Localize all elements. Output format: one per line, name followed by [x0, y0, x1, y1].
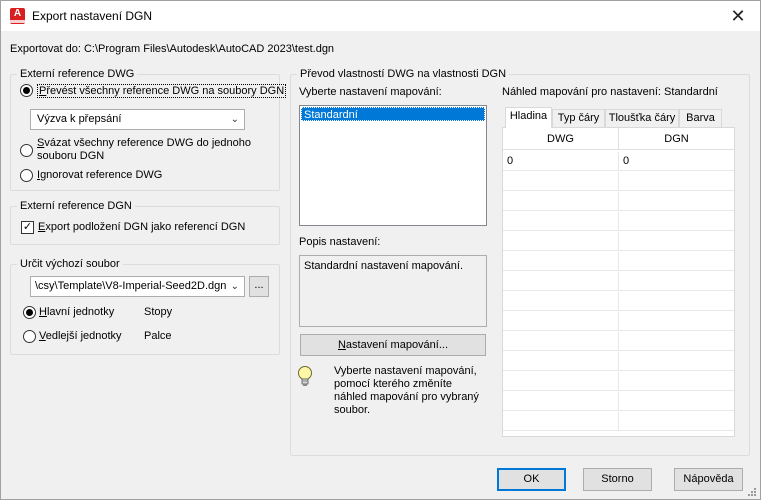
- export-underlays-label[interactable]: Export podložení DGN jako referencí DGN: [38, 221, 245, 233]
- table-row-empty: [503, 252, 734, 271]
- table-row-empty: [503, 172, 734, 191]
- table-cell-dwg: 0: [503, 152, 619, 171]
- setup-list-item[interactable]: Standardní: [301, 107, 485, 121]
- prompt-overwrite-value: Výzva k přepsání: [37, 113, 122, 125]
- close-icon[interactable]: ✕: [716, 1, 760, 31]
- mapping-group: Převod vlastností DWG na vlastnosti DGN …: [290, 68, 750, 456]
- description-text: Standardní nastavení mapování.: [304, 260, 463, 272]
- app-icon-letter: A: [13, 8, 22, 19]
- convert-xrefs-label[interactable]: Převést všechny reference DWG na soubory…: [37, 84, 287, 98]
- xref-dwg-group: Externí reference DWG Převést všechny re…: [10, 68, 287, 191]
- mapping-setups-list[interactable]: Standardní: [299, 105, 487, 226]
- chevron-down-icon: ⌄: [227, 277, 239, 296]
- title-bar: A Export nastavení DGN ✕: [1, 1, 760, 31]
- description-label: Popis nastavení:: [299, 236, 381, 248]
- seed-file-combo[interactable]: \csy\Template\V8-Imperial-Seed2D.dgn ⌄: [30, 276, 245, 297]
- mapping-setup-button[interactable]: Nastavení mapování...: [300, 334, 486, 356]
- lightbulb-tip-icon: [298, 366, 312, 386]
- seed-file-legend: Určit výchozí soubor: [17, 258, 123, 270]
- sub-units-value: Palce: [144, 330, 172, 342]
- ignore-xrefs-label[interactable]: Ignorovat reference DWG: [37, 169, 162, 181]
- autocad-app-icon: A: [10, 8, 25, 24]
- xref-dwg-legend: Externí reference DWG: [17, 68, 138, 80]
- export-underlays-checkbox[interactable]: ✓: [21, 221, 34, 234]
- table-row-empty: [503, 332, 734, 351]
- main-units-value: Stopy: [144, 306, 173, 318]
- sub-units-radio[interactable]: [23, 330, 36, 343]
- table-row-empty: [503, 292, 734, 311]
- seed-file-group: Určit výchozí soubor \csy\Template\V8-Im…: [10, 258, 280, 355]
- window-title: Export nastavení DGN: [32, 9, 153, 23]
- dialog-window: A Export nastavení DGN ✕ Exportovat do: …: [0, 0, 761, 500]
- seed-file-value: \csy\Template\V8-Imperial-Seed2D.dgn: [35, 280, 227, 292]
- resize-grip-icon[interactable]: [745, 485, 757, 497]
- select-setup-label: Vyberte nastavení mapování:: [299, 86, 442, 98]
- table-row: 0 0: [503, 152, 734, 171]
- help-button[interactable]: Nápověda: [674, 468, 743, 491]
- table-row-empty: [503, 412, 734, 431]
- tip-text: Vyberte nastavení mapování, pomocí které…: [334, 365, 479, 416]
- convert-xrefs-radio[interactable]: [20, 84, 33, 97]
- table-row-empty: [503, 272, 734, 291]
- table-row-empty: [503, 392, 734, 411]
- main-units-label[interactable]: Hlavní jednotky: [39, 306, 114, 318]
- tab-linetype[interactable]: Typ čáry: [552, 109, 605, 128]
- table-row-empty: [503, 352, 734, 371]
- bind-xrefs-radio[interactable]: [20, 144, 33, 157]
- preview-label: Náhled mapování pro nastavení: Standardn…: [502, 86, 718, 98]
- tab-lineweight[interactable]: Tloušťka čáry: [605, 109, 679, 128]
- table-cell-dgn: 0: [623, 155, 630, 167]
- ignore-xrefs-radio[interactable]: [20, 169, 33, 182]
- column-header-dgn: DGN: [619, 128, 734, 150]
- table-row-empty: [503, 232, 734, 251]
- ok-button[interactable]: OK: [497, 468, 566, 491]
- description-box: Standardní nastavení mapování.: [299, 255, 487, 327]
- browse-seed-button[interactable]: ...: [249, 276, 269, 297]
- tab-color[interactable]: Barva: [679, 109, 722, 128]
- export-path-label: Exportovat do: C:\Program Files\Autodesk…: [10, 43, 335, 55]
- xref-dgn-legend: Externí reference DGN: [17, 200, 135, 212]
- mapping-legend: Převod vlastností DWG na vlastnosti DGN: [297, 68, 510, 80]
- column-header-dwg: DWG: [503, 128, 619, 150]
- tab-layer[interactable]: Hladina: [505, 107, 552, 128]
- xref-dgn-group: Externí reference DGN ✓ Export podložení…: [10, 200, 280, 245]
- table-row-empty: [503, 312, 734, 331]
- table-row-empty: [503, 372, 734, 391]
- chevron-down-icon: ⌄: [230, 114, 239, 125]
- mapping-preview-grid: DWG DGN 0 0: [502, 127, 735, 437]
- sub-units-label[interactable]: Vedlejší jednotky: [39, 330, 122, 342]
- prompt-overwrite-combo[interactable]: Výzva k přepsání ⌄: [30, 109, 245, 130]
- table-row-empty: [503, 192, 734, 211]
- bind-xrefs-label[interactable]: Svázat všechny reference DWG do jednoho …: [37, 137, 251, 163]
- main-units-radio[interactable]: [23, 306, 36, 319]
- cancel-button[interactable]: Storno: [583, 468, 652, 491]
- table-row-empty: [503, 212, 734, 231]
